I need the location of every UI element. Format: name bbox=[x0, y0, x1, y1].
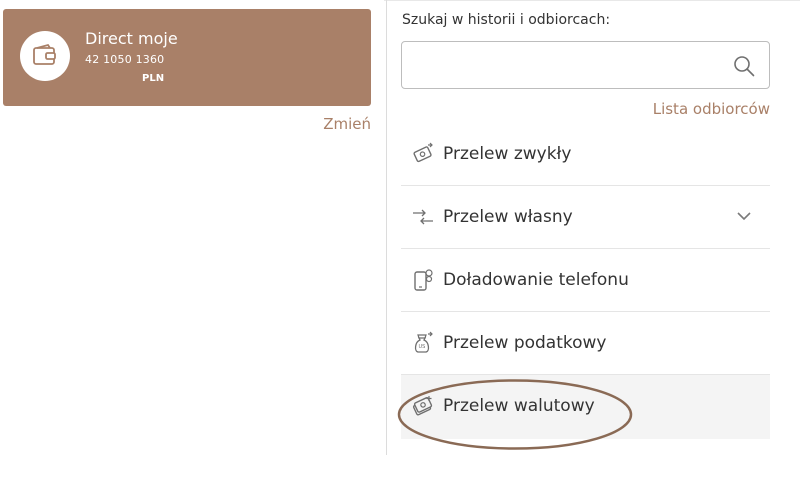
menu-item-label: Przelew walutowy bbox=[443, 396, 595, 416]
account-number: 42 1050 1360 bbox=[85, 53, 165, 66]
menu-item-label: Przelew własny bbox=[443, 207, 573, 227]
search-icon[interactable] bbox=[733, 55, 755, 77]
account-name: Direct moje bbox=[85, 29, 178, 48]
menu-item-label: Przelew podatkowy bbox=[443, 333, 607, 353]
account-card[interactable]: Direct moje 42 1050 1360 PLN bbox=[3, 9, 371, 106]
chevron-down-icon[interactable] bbox=[736, 210, 752, 222]
own-transfer-arrows-icon bbox=[413, 209, 433, 225]
menu-item-currency-transfer[interactable]: Przelew walutowy bbox=[401, 375, 770, 439]
search-input[interactable] bbox=[412, 42, 726, 90]
search-box bbox=[401, 41, 770, 90]
menu-item-standard-transfer[interactable]: Przelew zwykły bbox=[401, 123, 770, 186]
menu-item-label: Doładowanie telefonu bbox=[443, 270, 629, 290]
recipients-list-link[interactable]: Lista odbiorców bbox=[653, 100, 770, 118]
transfer-menu: Przelew zwykły Przelew własny Doładowani… bbox=[401, 123, 770, 439]
svg-text:US: US bbox=[419, 344, 426, 350]
transfer-note-icon bbox=[413, 142, 433, 163]
tax-bag-icon: US bbox=[414, 331, 433, 353]
search-label: Szukaj w historii i odbiorcach: bbox=[402, 12, 611, 28]
menu-item-label: Przelew zwykły bbox=[443, 144, 572, 164]
menu-item-tax-transfer[interactable]: US Przelew podatkowy bbox=[401, 312, 770, 375]
account-currency: PLN bbox=[142, 73, 165, 84]
top-divider bbox=[384, 0, 800, 1]
currency-transfer-icon bbox=[412, 396, 433, 416]
menu-item-phone-topup[interactable]: Doładowanie telefonu bbox=[401, 249, 770, 312]
menu-item-own-transfer[interactable]: Przelew własny bbox=[401, 186, 770, 249]
wallet-icon bbox=[20, 31, 70, 81]
panel-divider bbox=[386, 0, 387, 455]
change-account-link[interactable]: Zmień bbox=[323, 115, 371, 133]
phone-topup-icon bbox=[414, 269, 433, 291]
